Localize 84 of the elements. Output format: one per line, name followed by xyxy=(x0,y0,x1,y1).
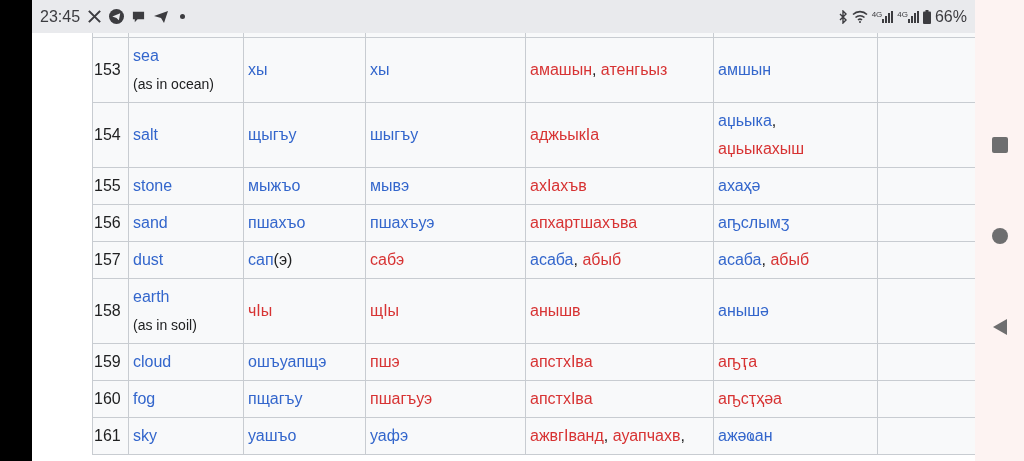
word-link[interactable]: пшэ xyxy=(370,352,400,370)
word-link[interactable]: ажәҩан xyxy=(718,426,773,444)
word-link[interactable]: щIы xyxy=(370,301,400,319)
punctuation-text: , xyxy=(771,111,777,129)
word-link[interactable]: аҧҭа xyxy=(718,352,758,370)
word-link[interactable]: хы xyxy=(248,60,268,78)
word-link[interactable]: апхартшахъва xyxy=(530,213,638,231)
row-number-cell: 153 xyxy=(92,37,129,102)
note-text: (as in soil) xyxy=(133,316,197,333)
word-link[interactable]: аджьыкIа xyxy=(530,125,600,143)
word-link[interactable]: salt xyxy=(133,125,158,143)
word-link[interactable]: аҧслымӡ xyxy=(718,213,790,231)
word-link[interactable]: амшын xyxy=(718,60,772,78)
word-link[interactable]: атенгьыз xyxy=(600,60,668,78)
word-link[interactable]: stone xyxy=(133,176,173,194)
word-link[interactable]: пшахъо xyxy=(248,213,306,231)
punctuation-text: (э) xyxy=(273,250,293,268)
word-link[interactable]: earth xyxy=(133,287,170,305)
word-link[interactable]: уафэ xyxy=(370,426,409,444)
word-link[interactable]: dust xyxy=(133,250,164,268)
home-button[interactable] xyxy=(991,227,1008,244)
battery-percent-text: 66% xyxy=(934,6,967,27)
paper-plane-icon xyxy=(153,9,170,24)
word-link[interactable]: шыгъу xyxy=(370,125,419,143)
word-link[interactable]: пшагъуэ xyxy=(370,389,433,407)
word-link[interactable]: ажвгIванд xyxy=(530,426,604,444)
signal-icon xyxy=(882,10,894,23)
word-link[interactable]: fog xyxy=(133,389,156,407)
punctuation-text: , xyxy=(603,426,610,444)
word-link[interactable]: cloud xyxy=(133,352,172,370)
punctuation-text: , xyxy=(591,60,598,78)
back-button[interactable] xyxy=(992,318,1007,335)
signal-icon xyxy=(907,10,919,23)
x-logo-icon xyxy=(87,9,103,24)
word-link[interactable]: ахIахъв xyxy=(530,176,587,194)
word-link[interactable]: sand xyxy=(133,213,168,231)
word-link[interactable]: ахаҳә xyxy=(718,176,761,194)
battery-icon xyxy=(922,9,931,24)
word-link[interactable]: абыб xyxy=(582,250,622,268)
chat-bubble-icon xyxy=(131,9,147,24)
word-link[interactable]: сабэ xyxy=(370,250,405,268)
word-link[interactable]: ошъуапщэ xyxy=(248,352,327,370)
word-link[interactable]: апстхIва xyxy=(530,352,593,370)
recents-button[interactable] xyxy=(991,136,1008,153)
row-number-cell: 160 xyxy=(92,380,129,417)
word-link[interactable]: пщагъу xyxy=(248,389,303,407)
word-link[interactable]: аџьыка xyxy=(718,111,772,129)
word-link[interactable]: анышв xyxy=(530,301,581,319)
paper-plane-circle-icon xyxy=(109,9,125,24)
word-link[interactable]: пшахъуэ xyxy=(370,213,435,231)
word-link[interactable]: мыжъо xyxy=(248,176,301,194)
clock-text: 23:45 xyxy=(40,6,81,27)
word-link[interactable]: хы xyxy=(370,60,390,78)
note-text: (as in ocean) xyxy=(133,75,214,92)
row-number-cell: 159 xyxy=(92,343,129,380)
word-link[interactable]: sky xyxy=(133,426,157,444)
row-number-cell: 156 xyxy=(92,204,129,241)
word-link[interactable]: асаба xyxy=(530,250,574,268)
word-link[interactable]: анышә xyxy=(718,301,769,319)
word-link[interactable]: чIы xyxy=(248,301,273,319)
word-link[interactable]: ауапчахв xyxy=(612,426,681,444)
punctuation-text: , xyxy=(680,426,685,444)
word-link[interactable]: аҧсҭҳәа xyxy=(718,389,782,407)
word-link[interactable]: сап xyxy=(248,250,274,268)
wifi-icon xyxy=(851,10,868,23)
row-number-cell: 161 xyxy=(92,417,129,454)
network-type-text: 4G xyxy=(871,10,883,19)
bluetooth-icon xyxy=(838,9,848,24)
word-link[interactable]: sea xyxy=(133,46,159,64)
word-link[interactable]: щыгъу xyxy=(248,125,297,143)
punctuation-text: , xyxy=(761,250,767,268)
row-number-cell: 158 xyxy=(92,278,129,343)
row-number-cell: 154 xyxy=(92,102,129,167)
row-number-cell: 155 xyxy=(92,167,129,204)
word-link[interactable]: уашъо xyxy=(248,426,297,444)
network-type-text: 4G xyxy=(897,10,908,19)
word-link[interactable]: мывэ xyxy=(370,176,410,194)
word-link[interactable]: абыб xyxy=(770,250,810,268)
word-link[interactable]: асаба xyxy=(718,250,762,268)
word-link[interactable]: апстхIва xyxy=(530,389,593,407)
word-link[interactable]: аџьыкахыш xyxy=(718,139,805,157)
word-link[interactable]: амашын xyxy=(530,60,592,78)
punctuation-text: , xyxy=(573,250,579,268)
row-number-cell: 157 xyxy=(92,241,129,278)
